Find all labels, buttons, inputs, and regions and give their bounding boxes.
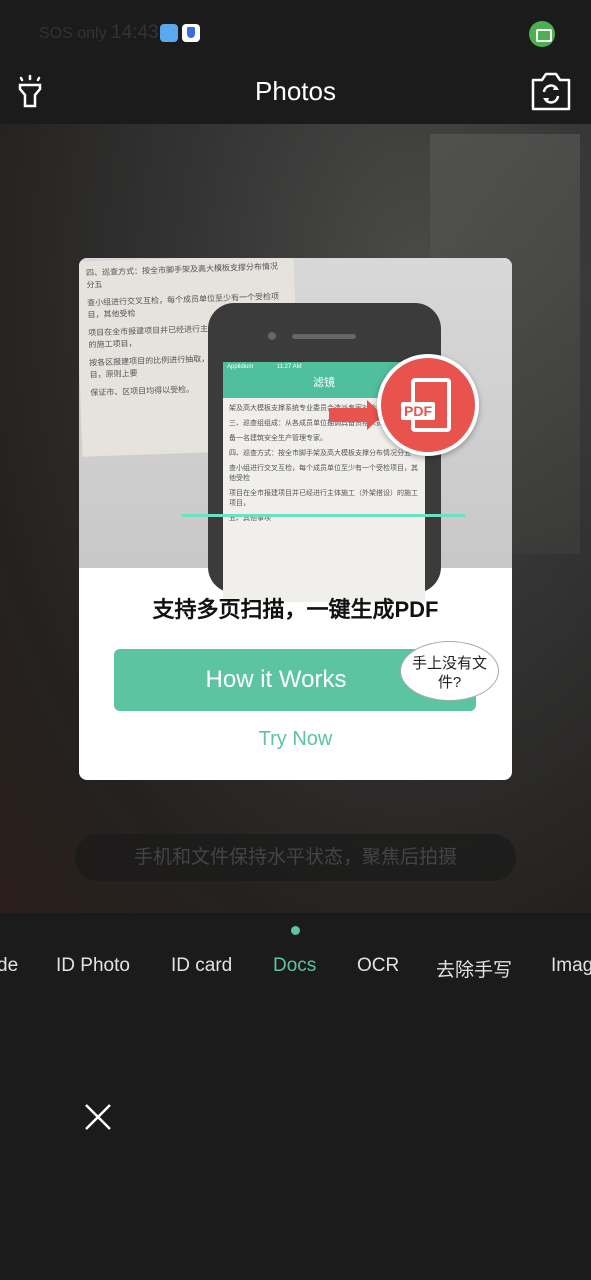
mode-docs[interactable]: Docs (273, 955, 316, 977)
mode-qr-code[interactable]: de (0, 955, 18, 977)
top-bar: Photos (0, 64, 591, 124)
promo-title: 支持多页扫描，一键生成PDF (152, 597, 439, 622)
mode-id-card[interactable]: ID card (171, 955, 232, 977)
mode-selector: de ID Photo ID card Docs OCR 去除手写 Imag (0, 955, 591, 981)
mode-image[interactable]: Imag (551, 955, 591, 977)
page-title: Photos (255, 76, 336, 106)
security-notification-icon (182, 24, 200, 42)
mode-id-photo[interactable]: ID Photo (56, 955, 130, 977)
mode-remove-handwriting[interactable]: 去除手写 (436, 955, 512, 982)
scan-line (182, 514, 465, 517)
arrow-right-icon (329, 400, 383, 430)
clock: 14:43 (111, 22, 159, 43)
mode-ocr[interactable]: OCR (357, 955, 399, 977)
promo-modal: 四、巡查方式：按全市脚手架及高大模板支撑分布情况分五 查小组进行交叉互检，每个成… (79, 258, 512, 780)
weather-notification-icon (160, 24, 178, 42)
switch-camera-icon[interactable] (530, 70, 572, 117)
close-icon[interactable] (84, 1103, 112, 1136)
try-now-link[interactable]: Try Now (79, 728, 512, 751)
pdf-file-icon: PDF (377, 354, 479, 456)
active-mode-indicator (291, 926, 300, 935)
capture-hint: 手机和文件保持水平状态，聚焦后拍摄 (75, 834, 516, 881)
promo-illustration: 四、巡查方式：按全市脚手架及高大模板支撑分布情况分五 查小组进行交叉互检，每个成… (79, 258, 512, 602)
speech-bubble[interactable]: 手上没有文件? (400, 641, 499, 701)
status-bar: SOS only 14:43 (0, 0, 591, 64)
carrier-text: SOS only (39, 25, 107, 42)
camera-in-use-icon (529, 21, 555, 47)
